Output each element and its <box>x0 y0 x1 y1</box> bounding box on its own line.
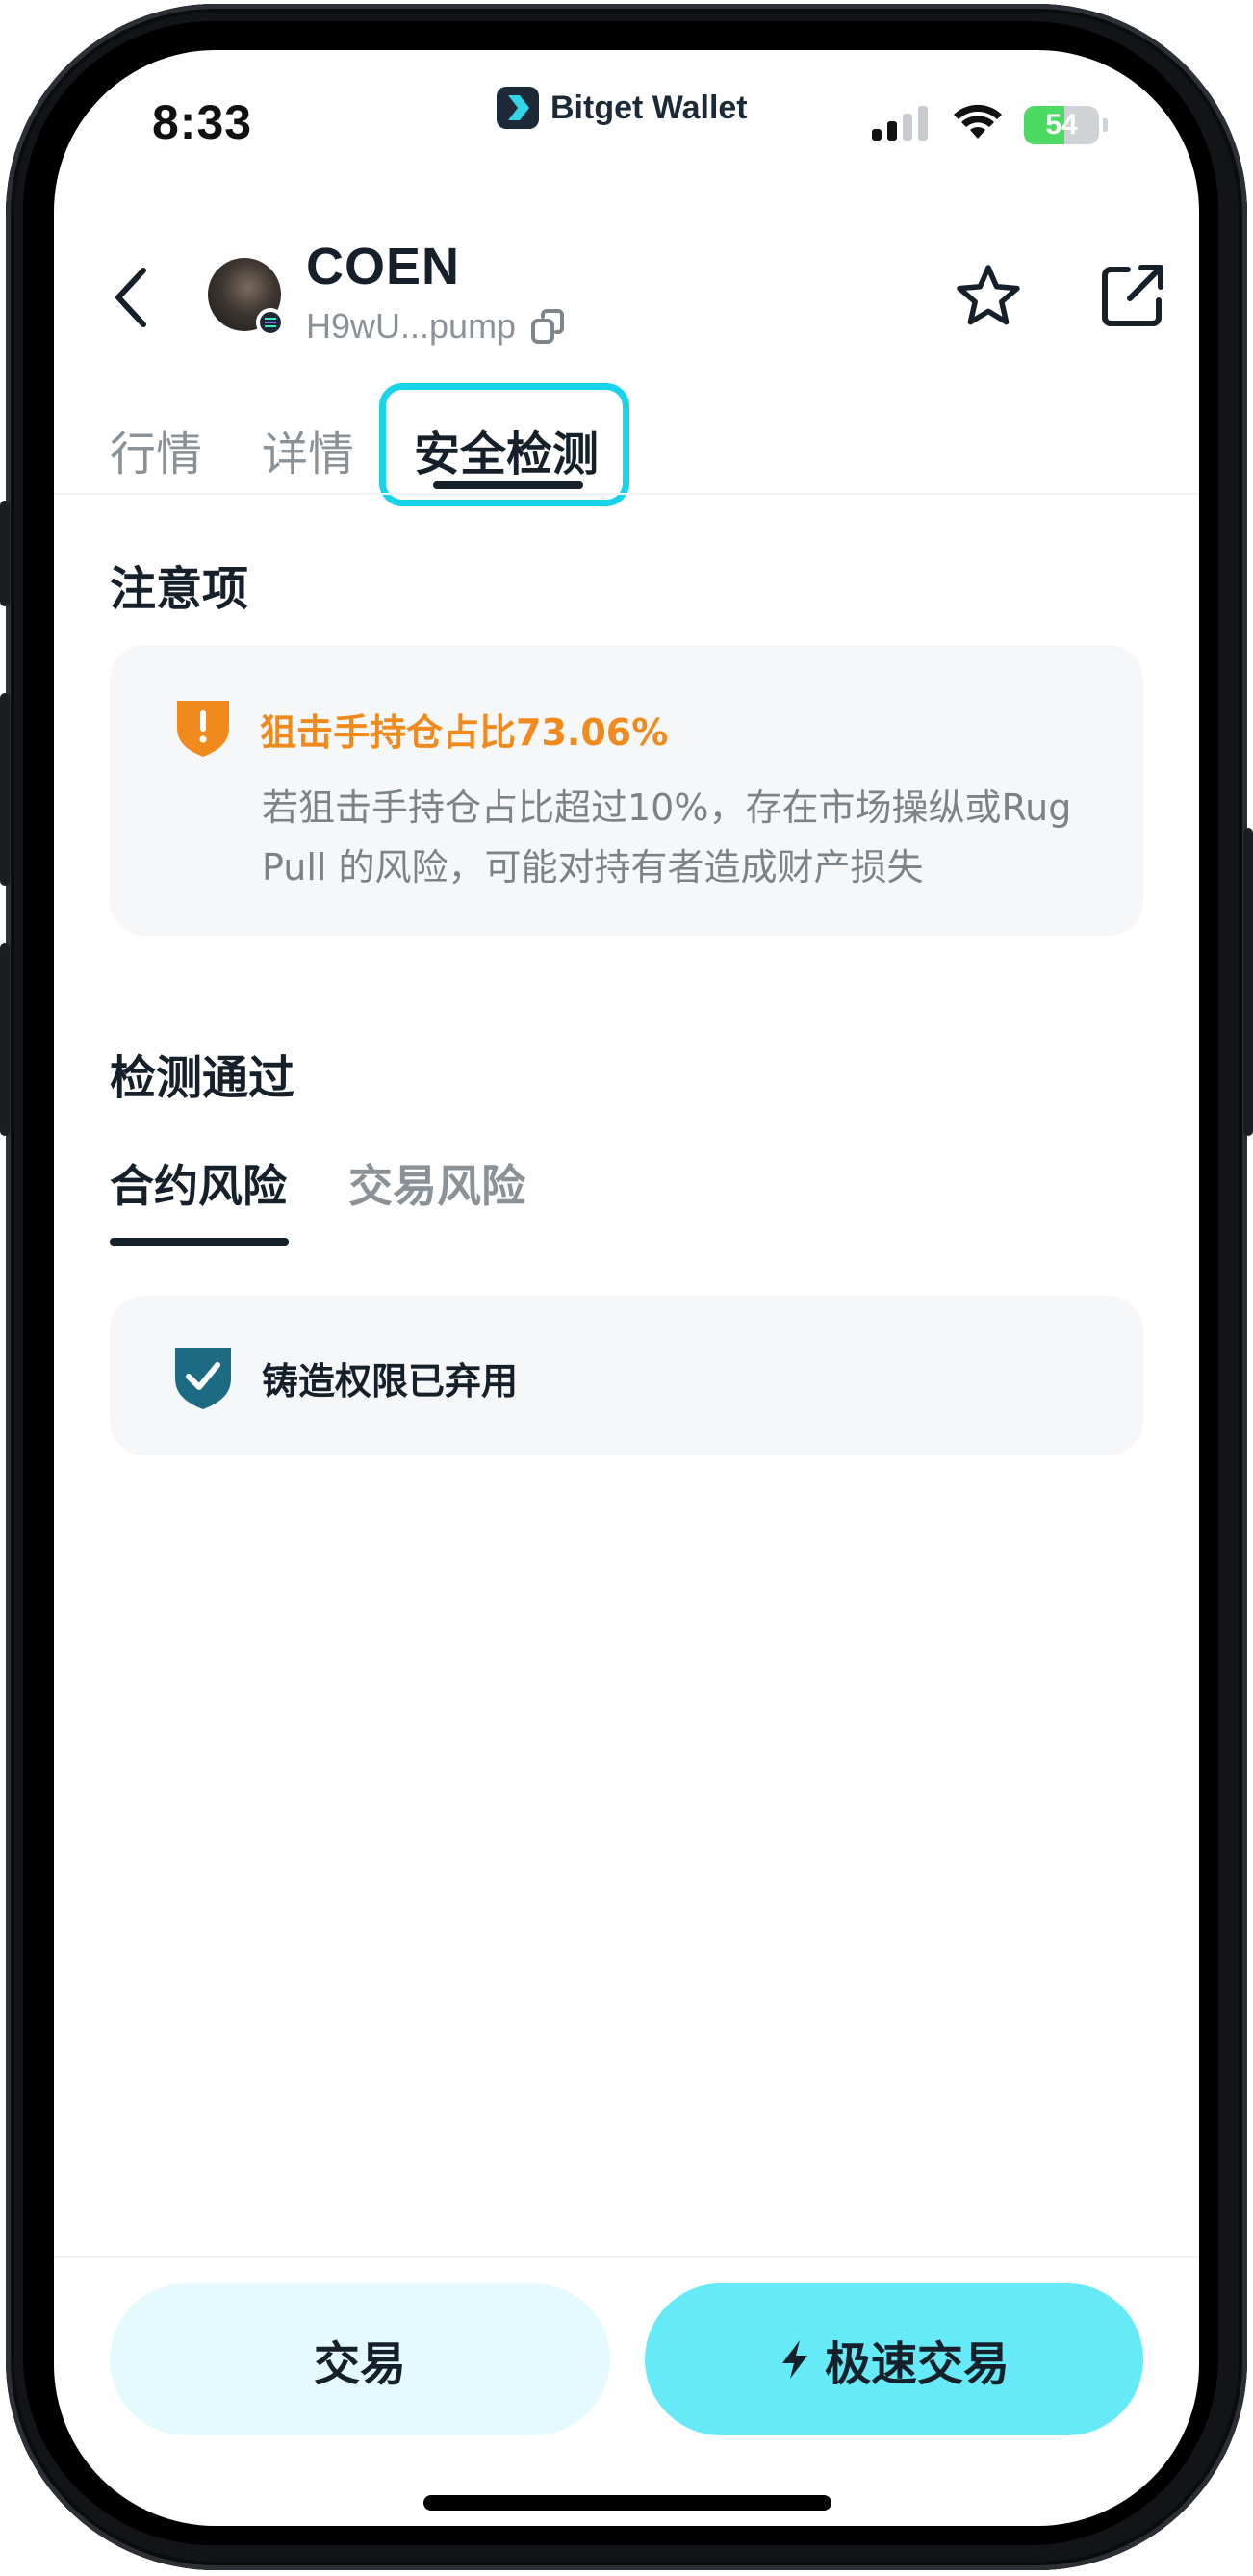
home-indicator <box>423 2495 831 2511</box>
favorite-button[interactable] <box>953 262 1024 333</box>
token-name: COEN <box>306 238 461 296</box>
side-button-volume-down <box>0 943 10 1136</box>
device-mockup: 8:33 Bitget Wallet 54 COEN H9wU...pump 行… <box>0 0 1253 2576</box>
battery-tip <box>1103 118 1108 132</box>
star-icon <box>957 265 1020 325</box>
chevron-left-icon <box>115 268 146 327</box>
trade-button[interactable]: 交易 <box>110 2283 610 2435</box>
token-address: H9wU...pump <box>306 306 517 346</box>
token-address-row[interactable]: H9wU...pump <box>306 306 568 347</box>
share-button[interactable] <box>1097 260 1168 331</box>
fast-trade-button[interactable]: 极速交易 <box>645 2283 1143 2435</box>
solana-chain-icon <box>256 308 285 337</box>
active-subtab-indicator <box>110 1238 289 1246</box>
status-icons: 54 <box>872 104 1108 146</box>
highlight-annotation <box>379 383 629 506</box>
passed-item-label: 铸造权限已弃用 <box>262 1360 519 1403</box>
wifi-icon <box>953 104 1003 146</box>
fast-trade-button-label: 极速交易 <box>824 2337 1010 2391</box>
side-button-mute <box>0 501 10 606</box>
subtab-trade-risk[interactable]: 交易风险 <box>348 1151 525 1215</box>
side-button-volume-up <box>0 693 10 886</box>
share-icon <box>1102 265 1164 326</box>
brand-banner: Bitget Wallet <box>497 87 748 129</box>
trade-button-label: 交易 <box>313 2337 406 2391</box>
subtab-contract-risk[interactable]: 合约风险 <box>110 1151 287 1215</box>
bottom-divider <box>54 2256 1199 2258</box>
status-time: 8:33 <box>152 95 253 149</box>
battery-percent: 54 <box>1045 109 1078 141</box>
notice-section-title: 注意项 <box>110 562 249 616</box>
side-button-power <box>1243 828 1253 1136</box>
bitget-logo-icon <box>497 87 539 129</box>
tab-market[interactable]: 行情 <box>110 416 202 483</box>
cellular-signal-icon <box>872 104 932 146</box>
warning-title: 狙击手持仓占比73.06% <box>260 711 669 754</box>
tabs-divider <box>54 493 1199 495</box>
passed-section-title: 检测通过 <box>110 1051 295 1105</box>
back-button[interactable] <box>108 266 156 329</box>
tab-details[interactable]: 详情 <box>262 416 354 483</box>
warning-shield-icon <box>171 695 235 759</box>
copy-icon[interactable] <box>529 307 568 346</box>
lightning-icon <box>781 2340 807 2379</box>
warning-description: 若狙击手持仓占比超过10%，存在市场操纵或Rug Pull 的风险，可能对持有者… <box>262 786 1072 889</box>
check-shield-icon <box>171 1344 235 1411</box>
brand-name: Bitget Wallet <box>550 89 748 126</box>
battery-indicator: 54 <box>1024 106 1099 144</box>
